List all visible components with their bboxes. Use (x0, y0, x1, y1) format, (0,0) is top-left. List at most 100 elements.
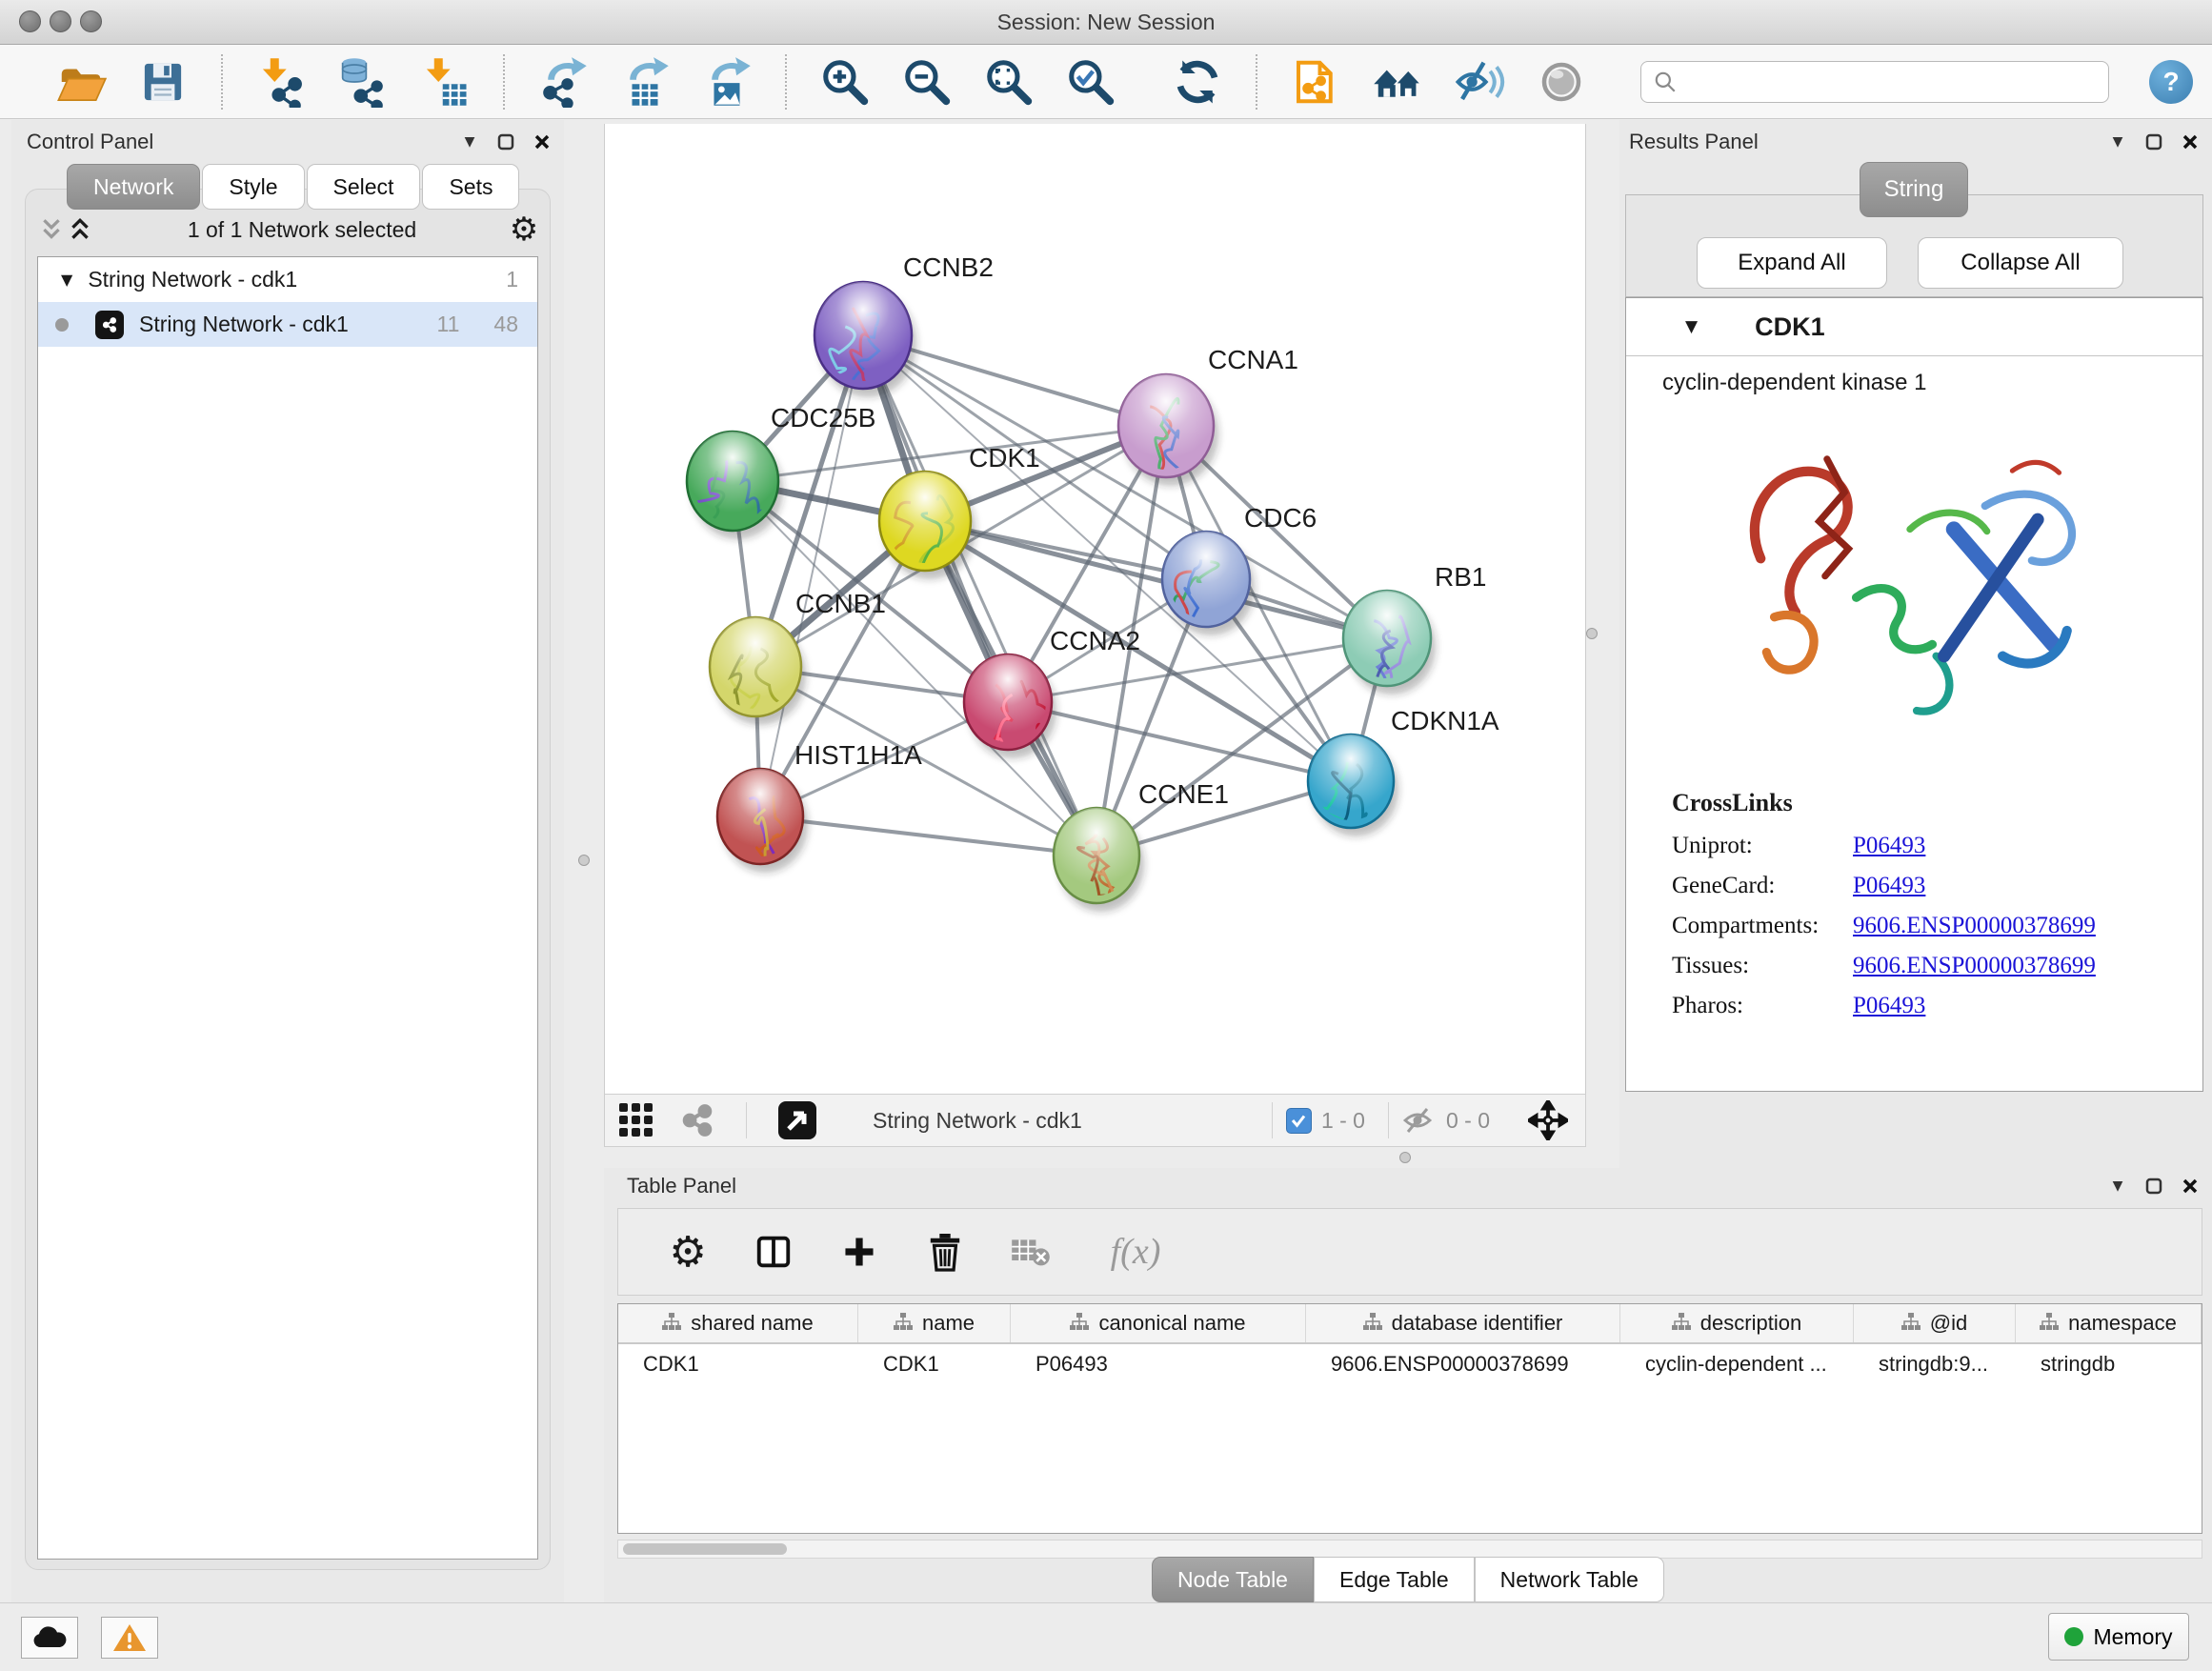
network-node-CCNE1[interactable]: CCNE1 (1054, 779, 1229, 955)
tab-network[interactable]: Network (67, 164, 200, 210)
panel-close-button[interactable] (2176, 1174, 2204, 1198)
panel-menu-button[interactable]: ▼ (455, 130, 484, 154)
memory-button[interactable]: Memory (2048, 1613, 2189, 1661)
collapse-triangle-icon[interactable]: ▼ (1685, 317, 1698, 336)
table-cell[interactable]: P06493 (1011, 1344, 1306, 1384)
share-view-button[interactable] (675, 1093, 719, 1148)
network-node-CDC25B[interactable]: CDC25B (671, 403, 875, 583)
import-network-file-button[interactable] (253, 54, 309, 110)
network-edge[interactable] (760, 816, 1096, 856)
cloud-status-button[interactable] (21, 1617, 78, 1659)
collapse-all-networks-button[interactable] (37, 217, 66, 242)
save-floppy-icon (137, 56, 189, 108)
crosslink-row: GeneCard:P06493 (1672, 873, 2202, 899)
protein-card-header[interactable]: ▼ CDK1 (1626, 298, 2202, 356)
add-column-button[interactable] (835, 1225, 883, 1278)
network-row-selected[interactable]: String Network - cdk1 11 48 (38, 302, 537, 347)
crosslink-link[interactable]: 9606.ENSP00000378699 (1853, 913, 2096, 939)
crosslink-link[interactable]: P06493 (1853, 833, 1925, 859)
control-panel-tabs: Network Style Select Sets (67, 164, 521, 208)
selected-nodes-checkbox[interactable] (1286, 1108, 1312, 1134)
panel-float-button[interactable] (492, 130, 520, 154)
string-protein-query-button[interactable] (1288, 54, 1343, 110)
glass-ball-effect-button[interactable] (1534, 54, 1589, 110)
panel-float-button[interactable] (2140, 1174, 2168, 1198)
collapse-all-button[interactable]: Collapse All (1918, 237, 2123, 289)
open-session-button[interactable] (53, 54, 109, 110)
column-label: description (1700, 1311, 1801, 1336)
help-button[interactable]: ? (2149, 60, 2193, 104)
table-cell[interactable]: stringdb (2016, 1344, 2202, 1384)
import-table-button[interactable] (417, 54, 473, 110)
panel-close-button[interactable] (528, 130, 556, 154)
column-header-name[interactable]: name (858, 1304, 1011, 1342)
column-header-shared-name[interactable]: shared name (618, 1304, 858, 1342)
zoom-in-button[interactable] (817, 54, 873, 110)
expand-all-networks-button[interactable] (66, 217, 94, 242)
crosslinks-section: CrossLinks Uniprot:P06493GeneCard:P06493… (1672, 789, 2202, 1019)
crosslink-link[interactable]: 9606.ENSP00000378699 (1853, 953, 2096, 979)
panel-menu-button[interactable]: ▼ (2103, 1174, 2132, 1198)
crosslink-link[interactable]: P06493 (1853, 873, 1925, 899)
panel-close-button[interactable] (2176, 130, 2204, 154)
tab-edge-table[interactable]: Edge Table (1314, 1557, 1475, 1602)
bottom-splitter-handle[interactable] (1399, 1152, 1411, 1163)
tab-network-table[interactable]: Network Table (1475, 1557, 1664, 1602)
panel-float-button[interactable] (2140, 130, 2168, 154)
table-options-button[interactable]: ⚙ (664, 1225, 712, 1278)
tab-string[interactable]: String (1860, 162, 1968, 217)
table-row[interactable]: CDK1CDK1P064939606.ENSP00000378699cyclin… (618, 1344, 2202, 1384)
column-header-database-identifier[interactable]: database identifier (1306, 1304, 1620, 1342)
column-header-canonical-name[interactable]: canonical name (1011, 1304, 1306, 1342)
crosslink-link[interactable]: P06493 (1853, 993, 1925, 1019)
save-session-button[interactable] (135, 54, 191, 110)
tab-sets[interactable]: Sets (422, 164, 519, 210)
export-image-button[interactable] (699, 54, 754, 110)
string-home-button[interactable] (1370, 54, 1425, 110)
network-canvas[interactable]: CCNB2CCNA1CDC25BCDK1CDC6RB1CCNB1CCNA2CDK… (604, 124, 1586, 1094)
delete-table-button[interactable] (1007, 1225, 1055, 1278)
collapse-triangle-icon[interactable]: ▼ (61, 271, 72, 289)
tab-style[interactable]: Style (202, 164, 304, 210)
export-network-button[interactable] (535, 54, 591, 110)
grid-view-button[interactable] (614, 1093, 658, 1148)
export-table-button[interactable] (617, 54, 673, 110)
zoom-out-button[interactable] (899, 54, 955, 110)
warnings-button[interactable] (101, 1617, 158, 1659)
import-network-database-button[interactable] (335, 54, 391, 110)
apply-function-button[interactable]: f(x) (1093, 1225, 1178, 1278)
right-splitter-handle[interactable] (1586, 628, 1598, 639)
column-header--id[interactable]: @id (1854, 1304, 2016, 1342)
table-cell[interactable]: CDK1 (618, 1344, 858, 1384)
delete-column-button[interactable] (921, 1225, 969, 1278)
enhanced-graphics-button[interactable] (1452, 54, 1507, 110)
network-collection-row[interactable]: ▼ String Network - cdk1 1 (38, 257, 537, 302)
tab-select[interactable]: Select (307, 164, 421, 210)
table-cell[interactable]: stringdb:9... (1854, 1344, 2016, 1384)
node-label: CDKN1A (1391, 706, 1499, 735)
network-node-CDKN1A[interactable]: CDKN1A (1308, 706, 1499, 871)
table-cell[interactable]: CDK1 (858, 1344, 1011, 1384)
hscrollbar-thumb[interactable] (623, 1543, 787, 1555)
zoom-fit-button[interactable] (981, 54, 1036, 110)
show-columns-button[interactable] (750, 1225, 797, 1278)
network-edge[interactable] (863, 335, 1096, 856)
tab-node-table[interactable]: Node Table (1152, 1557, 1314, 1602)
network-options-button[interactable]: ⚙ (510, 217, 538, 242)
table-cell[interactable]: 9606.ENSP00000378699 (1306, 1344, 1620, 1384)
zoom-selected-icon (1065, 56, 1116, 108)
column-header-description[interactable]: description (1620, 1304, 1854, 1342)
expand-all-button[interactable]: Expand All (1697, 237, 1887, 289)
column-header-namespace[interactable]: namespace (2016, 1304, 2202, 1342)
left-splitter-handle[interactable] (578, 855, 590, 866)
panel-menu-button[interactable]: ▼ (2103, 130, 2132, 154)
network-edge[interactable] (925, 521, 1387, 638)
zoom-selected-button[interactable] (1063, 54, 1118, 110)
fit-selected-button[interactable] (1522, 1093, 1574, 1148)
table-cell[interactable]: cyclin-dependent ... (1620, 1344, 1854, 1384)
update-button[interactable] (1170, 54, 1225, 110)
search-input[interactable] (1678, 63, 2097, 101)
import-database-icon (337, 56, 389, 108)
birdseye-view-button[interactable] (774, 1093, 821, 1148)
network-node-HIST1H1A[interactable]: HIST1H1A (717, 740, 922, 913)
